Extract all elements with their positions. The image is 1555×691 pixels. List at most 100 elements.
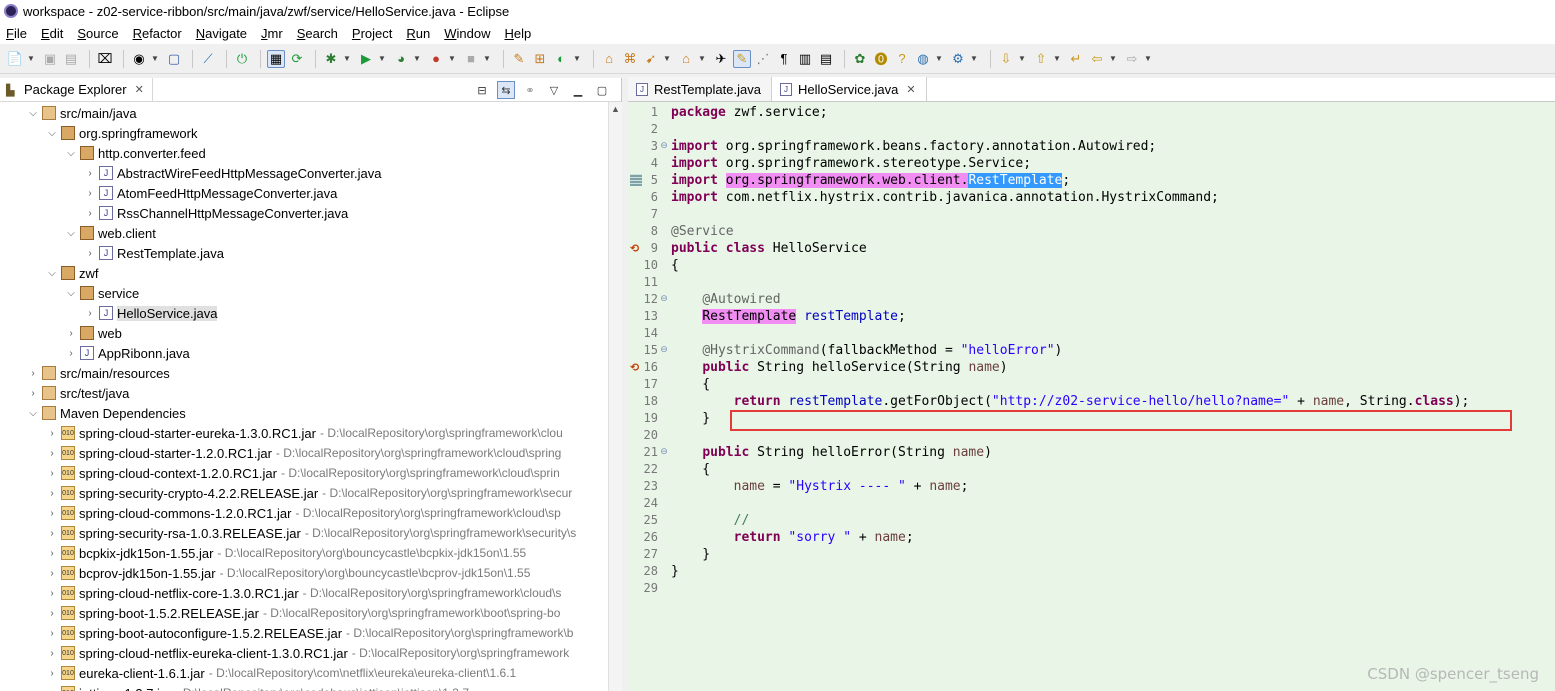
- collapsed-chevron-icon[interactable]: ›: [45, 548, 59, 559]
- collapsed-chevron-icon[interactable]: ›: [45, 428, 59, 439]
- new-dropdown-icon[interactable]: ▼: [27, 50, 35, 68]
- menu-refactor[interactable]: Refactor: [133, 26, 182, 41]
- tree-item[interactable]: › J AtomFeedHttpMessageConverter.java: [83, 183, 337, 203]
- toggle-breadcrumb-icon[interactable]: ▤: [817, 50, 835, 68]
- code-line[interactable]: }: [671, 410, 710, 427]
- collapsed-chevron-icon[interactable]: ›: [26, 388, 40, 399]
- profile-icon[interactable]: ◉: [130, 50, 148, 68]
- back-dropdown-icon[interactable]: ▼: [1109, 50, 1117, 68]
- external-tools-dropdown-icon[interactable]: ▼: [448, 50, 456, 68]
- collapsed-chevron-icon[interactable]: ›: [64, 348, 78, 359]
- previous-annotation-icon[interactable]: ⇧: [1032, 50, 1050, 68]
- menu-navigate[interactable]: Navigate: [196, 26, 247, 41]
- editor-tab[interactable]: J HelloService.java ✕: [771, 77, 927, 101]
- tree-item[interactable]: › 010 spring-cloud-commons-1.2.0.RC1.jar - …: [45, 503, 561, 523]
- build-icon[interactable]: ⌧: [96, 50, 114, 68]
- web-browser-icon[interactable]: ◍: [914, 50, 932, 68]
- coverage-icon[interactable]: ◕: [392, 50, 410, 68]
- expanded-chevron-icon[interactable]: ⌵: [64, 148, 78, 159]
- save-all-icon[interactable]: ▤: [62, 50, 80, 68]
- code-line[interactable]: }: [671, 546, 710, 563]
- code-line[interactable]: name = "Hystrix ---- " + name;: [671, 478, 969, 495]
- collapse-all-icon[interactable]: ⊟: [473, 81, 491, 99]
- collapsed-chevron-icon[interactable]: ›: [45, 628, 59, 639]
- collapsed-chevron-icon[interactable]: ›: [83, 208, 97, 219]
- code-line[interactable]: @Autowired: [671, 291, 780, 308]
- tree-item[interactable]: › J RssChannelHttpMessageConverter.java: [83, 203, 348, 223]
- code-line[interactable]: return restTemplate.getForObject("http:/…: [671, 393, 1470, 410]
- code-line[interactable]: RestTemplate restTemplate;: [671, 308, 906, 325]
- search-dropdown-icon[interactable]: ▼: [663, 50, 671, 68]
- maximize-icon[interactable]: ▢: [593, 81, 611, 99]
- collapsed-chevron-icon[interactable]: ›: [83, 188, 97, 199]
- block-selection-icon[interactable]: ⋰: [754, 50, 772, 68]
- tree-item[interactable]: › 010 spring-cloud-starter-eureka-1.3.0.RC…: [45, 423, 562, 443]
- collapsed-chevron-icon[interactable]: ›: [45, 448, 59, 459]
- tree-item[interactable]: › J RestTemplate.java: [83, 243, 224, 263]
- tree-item[interactable]: › 010 bcpkix-jdk15on-1.55.jar - D:\localRep…: [45, 543, 526, 563]
- coverage-dropdown-icon[interactable]: ▼: [413, 50, 421, 68]
- new-class-dropdown-icon[interactable]: ▼: [573, 50, 581, 68]
- collapsed-chevron-icon[interactable]: ›: [45, 568, 59, 579]
- open-type-icon[interactable]: ⌂: [600, 50, 618, 68]
- new-class-icon[interactable]: ◐: [552, 50, 570, 68]
- next-annotation-dropdown-icon[interactable]: ▼: [1018, 50, 1026, 68]
- tree-item[interactable]: ⌵ service: [64, 283, 139, 303]
- tree-item[interactable]: › src/test/java: [26, 383, 129, 403]
- collapsed-chevron-icon[interactable]: ›: [83, 248, 97, 259]
- code-line[interactable]: @Service: [671, 223, 734, 240]
- code-line[interactable]: //: [671, 512, 750, 529]
- tree-item[interactable]: › 010 eureka-client-1.6.1.jar - D:\localRep…: [45, 663, 516, 683]
- menu-jmr[interactable]: Jmr: [261, 26, 283, 41]
- menu-help[interactable]: Help: [504, 26, 531, 41]
- code-line[interactable]: {: [671, 376, 710, 393]
- code-line[interactable]: import com.netflix.hystrix.contrib.javan…: [671, 189, 1219, 206]
- tree-item[interactable]: › 010 spring-security-rsa-1.0.3.RELEASE.ja…: [45, 523, 576, 543]
- code-line[interactable]: {: [671, 257, 679, 274]
- pin-icon[interactable]: ✈: [712, 50, 730, 68]
- tree-item[interactable]: › src/main/resources: [26, 363, 169, 383]
- run-dropdown-icon[interactable]: ▼: [378, 50, 386, 68]
- code-line[interactable]: @HystrixCommand(fallbackMethod = "helloE…: [671, 342, 1062, 359]
- code-line[interactable]: public class HelloService: [671, 240, 867, 257]
- debug-dropdown-icon[interactable]: ▼: [343, 50, 351, 68]
- tree-item[interactable]: ⌵ Maven Dependencies: [26, 403, 186, 423]
- expanded-chevron-icon[interactable]: ⌵: [45, 128, 59, 139]
- collapsed-chevron-icon[interactable]: ›: [45, 608, 59, 619]
- tree-item[interactable]: › J AppRibonn.java: [64, 343, 189, 363]
- plugin-icon[interactable]: ✿: [851, 50, 869, 68]
- code-line[interactable]: }: [671, 563, 679, 580]
- last-edit-location-icon[interactable]: ↵: [1067, 50, 1085, 68]
- collapsed-chevron-icon[interactable]: ›: [45, 488, 59, 499]
- expanded-chevron-icon[interactable]: ⌵: [45, 268, 59, 279]
- tree-scrollbar[interactable]: ▲: [608, 102, 622, 691]
- view-menu-icon[interactable]: ▽: [545, 81, 563, 99]
- tree-item[interactable]: › J AbstractWireFeedHttpMessageConverter.j…: [83, 163, 381, 183]
- menu-project[interactable]: Project: [352, 26, 392, 41]
- skip-breakpoints-icon[interactable]: ⟋: [199, 50, 217, 68]
- server-icon[interactable]: ⏻: [233, 50, 251, 68]
- next-annotation-icon[interactable]: ⇩: [997, 50, 1015, 68]
- console-icon[interactable]: ▢: [165, 50, 183, 68]
- menu-run[interactable]: Run: [406, 26, 430, 41]
- menu-window[interactable]: Window: [444, 26, 490, 41]
- tree-item[interactable]: › 010 bcprov-jdk15on-1.55.jar - D:\localRep…: [45, 563, 530, 583]
- word-wrap-icon[interactable]: ▥: [796, 50, 814, 68]
- open-task-icon[interactable]: ⌂: [677, 50, 695, 68]
- tree-item[interactable]: › 010 spring-cloud-netflix-core-1.3.0.RC1.…: [45, 583, 561, 603]
- tree-item[interactable]: › 010 spring-security-crypto-4.2.2.RELEASE…: [45, 483, 572, 503]
- help-icon[interactable]: ?: [893, 50, 911, 68]
- close-icon[interactable]: ✕: [135, 83, 144, 96]
- settings-dropdown-icon[interactable]: ▼: [970, 50, 978, 68]
- highlight-icon[interactable]: ✎: [733, 49, 751, 68]
- collapsed-chevron-icon[interactable]: ›: [45, 688, 59, 691]
- tree-item[interactable]: ›010 jettison-1.3.7.jar - D:\localReposito…: [45, 683, 469, 691]
- previous-annotation-dropdown-icon[interactable]: ▼: [1053, 50, 1061, 68]
- code-line[interactable]: import org.springframework.stereotype.Se…: [671, 155, 1031, 172]
- code-text[interactable]: package zwf.service; import org.springfra…: [671, 102, 1555, 691]
- help-contents-icon[interactable]: ⓿: [872, 50, 890, 68]
- tree-item[interactable]: ⌵ src/main/java: [26, 103, 136, 123]
- fold-toggle-icon[interactable]: ⊖: [659, 140, 669, 151]
- minimize-icon[interactable]: ▁: [569, 81, 587, 99]
- forward-icon[interactable]: ⇨: [1123, 50, 1141, 68]
